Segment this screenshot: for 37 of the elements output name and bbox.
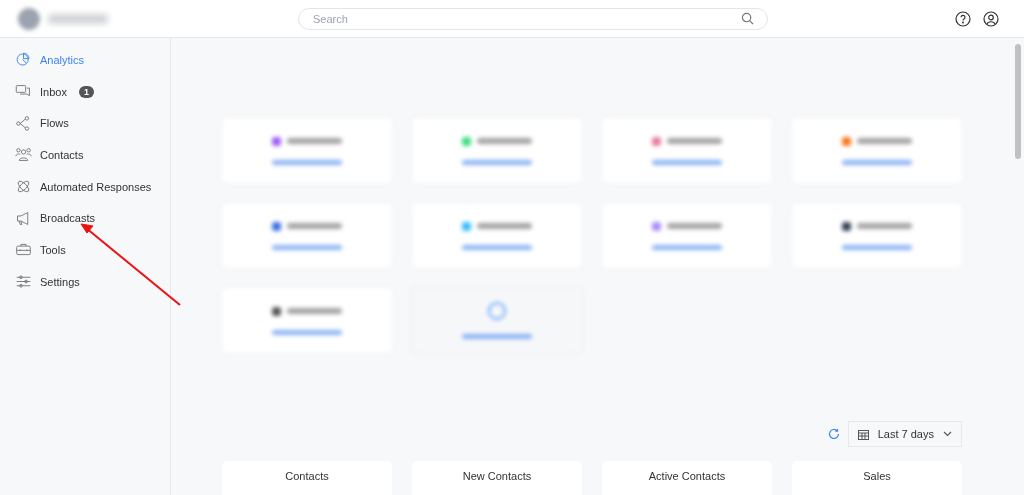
sidebar-item[interactable]: Analytics: [0, 44, 170, 76]
sidebar-item[interactable]: Broadcasts: [0, 202, 170, 235]
sidebar-item[interactable]: Flows: [0, 107, 170, 140]
search-icon: [741, 11, 754, 25]
chart-icon: [15, 51, 32, 69]
blurred-channel-card[interactable]: [792, 203, 962, 268]
sidebar-item[interactable]: Tools: [0, 234, 170, 266]
people-icon: [15, 146, 32, 164]
sidebar-item[interactable]: Inbox 1: [0, 75, 170, 108]
sidebar-item[interactable]: Automated Responses: [0, 170, 170, 203]
avatar[interactable]: [18, 7, 40, 30]
stat-label: Active Contacts: [648, 470, 726, 482]
blurred-channel-card[interactable]: [602, 203, 772, 268]
stat-label: Contacts: [285, 470, 329, 482]
user-icon[interactable]: [983, 10, 999, 27]
scrollbar-thumb[interactable]: [1015, 44, 1021, 159]
sidebar-item[interactable]: Contacts: [0, 139, 170, 171]
blurred-channel-card[interactable]: [792, 118, 962, 183]
sidebar-item[interactable]: Settings: [0, 265, 170, 298]
stat-label: New Contacts: [462, 470, 532, 482]
blurred-channel-card[interactable]: [222, 203, 392, 268]
chevron-down-icon: [943, 431, 952, 437]
blurred-channel-card[interactable]: [222, 288, 392, 353]
blurred-channel-card[interactable]: [412, 118, 582, 183]
blurred-channel-card[interactable]: [412, 203, 582, 268]
help-icon[interactable]: [955, 10, 971, 27]
count-badge: 1: [78, 85, 94, 98]
flow-icon: [15, 114, 32, 132]
calendar-icon: [857, 428, 869, 440]
sliders-icon: [15, 273, 32, 291]
blurred-account-name: [48, 13, 108, 24]
blurred-channel-card[interactable]: [222, 118, 392, 183]
date-range-dropdown[interactable]: Last 7 days: [847, 421, 962, 447]
refresh-icon[interactable]: [827, 428, 840, 440]
blurred-channel-card[interactable]: [602, 118, 772, 183]
stat-label: Sales: [863, 470, 891, 482]
search-field[interactable]: Search: [298, 7, 768, 30]
